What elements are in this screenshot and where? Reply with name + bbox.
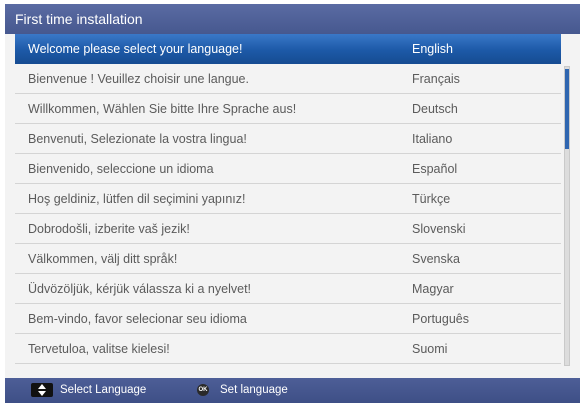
up-down-arrows-icon bbox=[31, 383, 53, 397]
language-name: Português bbox=[412, 312, 469, 326]
welcome-message: Willkommen, Wählen Sie bitte Ihre Sprach… bbox=[28, 102, 297, 116]
language-name: Suomi bbox=[412, 342, 448, 356]
language-row-espanol[interactable]: Bienvenido, seleccione un idioma Español bbox=[15, 154, 561, 184]
list-scrollbar[interactable] bbox=[564, 66, 570, 366]
language-row-svenska[interactable]: Välkommen, välj ditt språk! Svenska bbox=[15, 244, 561, 274]
language-row-english[interactable]: Welcome please select your language! Eng… bbox=[15, 34, 561, 64]
set-language-hint: Set language bbox=[220, 384, 288, 396]
welcome-message: Bem-vindo, favor selecionar seu idioma bbox=[28, 312, 247, 326]
language-list: Welcome please select your language! Eng… bbox=[15, 34, 561, 364]
ok-button-icon: OK bbox=[197, 384, 209, 396]
language-row-francais[interactable]: Bienvenue ! Veuillez choisir une langue.… bbox=[15, 64, 561, 94]
language-name: Magyar bbox=[412, 282, 454, 296]
footer-hint-bar: Select Language OK Set language bbox=[5, 378, 580, 403]
language-row-suomi[interactable]: Tervetuloa, valitse kielesi! Suomi bbox=[15, 334, 561, 364]
welcome-message: Bienvenido, seleccione un idioma bbox=[28, 162, 214, 176]
welcome-message: Dobrodošli, izberite vaš jezik! bbox=[28, 222, 190, 236]
select-language-hint: Select Language bbox=[60, 384, 147, 396]
installation-window: First time installation Welcome please s… bbox=[5, 4, 580, 403]
welcome-message: Welcome please select your language! bbox=[28, 42, 243, 56]
language-row-italiano[interactable]: Benvenuti, Selezionate la vostra lingua!… bbox=[15, 124, 561, 154]
welcome-message: Üdvözöljük, kérjük válassza ki a nyelvet… bbox=[28, 282, 252, 296]
language-name: Svenska bbox=[412, 252, 460, 266]
welcome-message: Benvenuti, Selezionate la vostra lingua! bbox=[28, 132, 247, 146]
scrollbar-thumb[interactable] bbox=[565, 69, 569, 149]
language-row-turkce[interactable]: Hoş geldiniz, lütfen dil seçimini yapını… bbox=[15, 184, 561, 214]
language-name: Slovenski bbox=[412, 222, 466, 236]
language-row-slovenski[interactable]: Dobrodošli, izberite vaš jezik! Slovensk… bbox=[15, 214, 561, 244]
language-name: Italiano bbox=[412, 132, 453, 146]
language-name: Türkçe bbox=[412, 192, 451, 206]
language-name: Español bbox=[412, 162, 458, 176]
language-name: Deutsch bbox=[412, 102, 458, 116]
welcome-message: Tervetuloa, valitse kielesi! bbox=[28, 342, 170, 356]
page-title: First time installation bbox=[5, 4, 580, 34]
welcome-message: Välkommen, välj ditt språk! bbox=[28, 252, 178, 266]
language-row-magyar[interactable]: Üdvözöljük, kérjük válassza ki a nyelvet… bbox=[15, 274, 561, 304]
language-name: English bbox=[412, 42, 453, 56]
welcome-message: Bienvenue ! Veuillez choisir une langue. bbox=[28, 72, 249, 86]
language-row-deutsch[interactable]: Willkommen, Wählen Sie bitte Ihre Sprach… bbox=[15, 94, 561, 124]
language-row-portugues[interactable]: Bem-vindo, favor selecionar seu idioma P… bbox=[15, 304, 561, 334]
welcome-message: Hoş geldiniz, lütfen dil seçimini yapını… bbox=[28, 192, 246, 206]
language-name: Français bbox=[412, 72, 460, 86]
